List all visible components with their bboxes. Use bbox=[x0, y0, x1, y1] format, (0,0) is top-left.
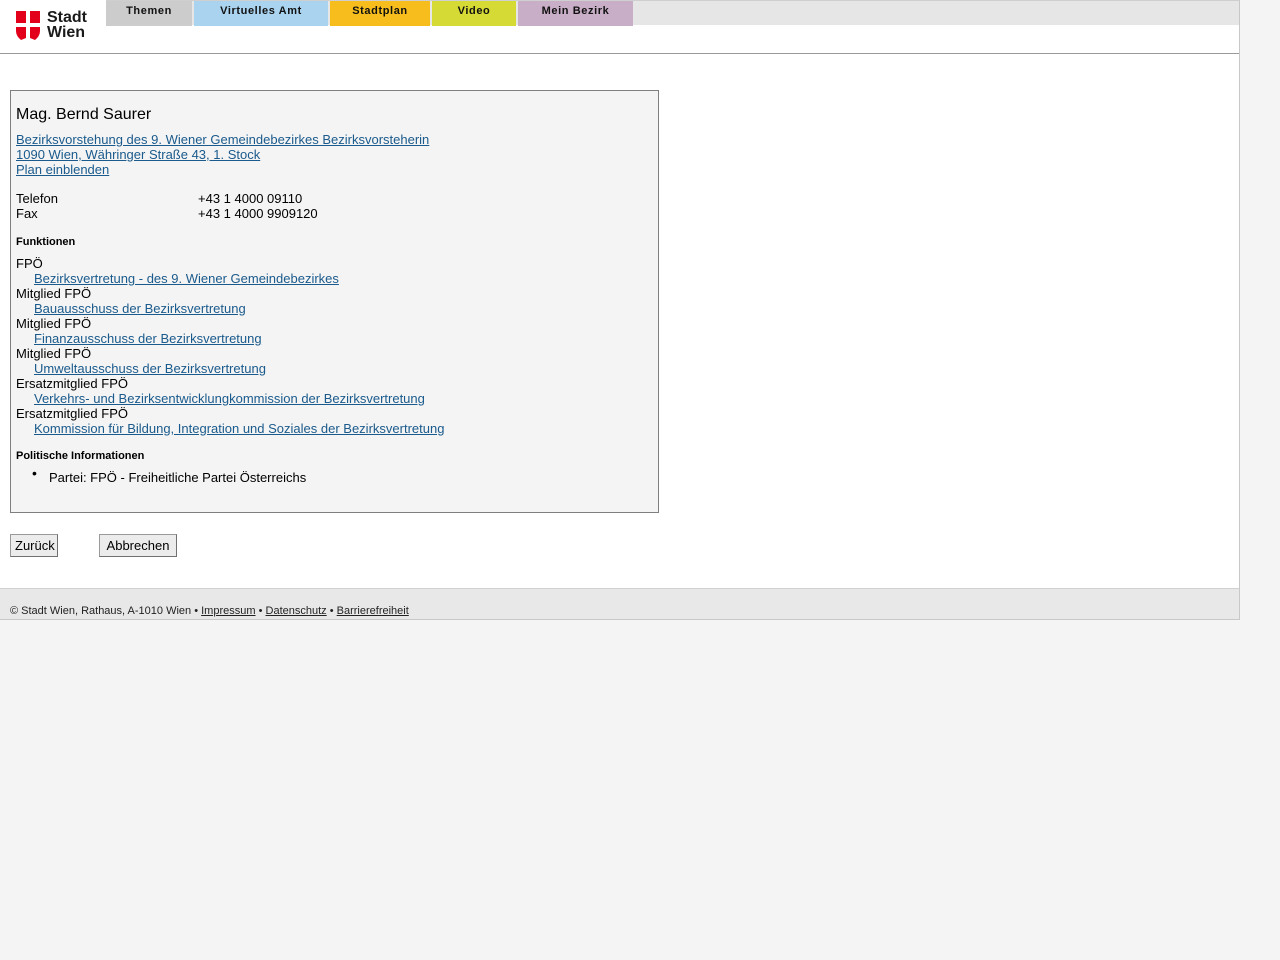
tab-stadtplan[interactable]: Stadtplan bbox=[330, 1, 430, 26]
office-link[interactable]: Bezirksvorstehung des 9. Wiener Gemeinde… bbox=[16, 132, 429, 147]
stadt-wien-logo[interactable]: Stadt Wien bbox=[0, 0, 106, 53]
back-button[interactable]: Zurück bbox=[10, 534, 58, 557]
tab-virtuelles-amt[interactable]: Virtuelles Amt bbox=[194, 1, 328, 26]
site-header: Stadt Wien Themen Virtuelles Amt Stadtpl… bbox=[0, 0, 1239, 54]
fax-value: +43 1 4000 9909120 bbox=[198, 206, 318, 221]
footer-copyright: © Stadt Wien, Rathaus, A-1010 Wien • Imp… bbox=[10, 605, 409, 617]
tab-video[interactable]: Video bbox=[432, 1, 516, 26]
cancel-button[interactable]: Abbrechen bbox=[99, 534, 177, 557]
page: Stadt Wien Themen Virtuelles Amt Stadtpl… bbox=[0, 0, 1240, 620]
datenschutz-link[interactable]: Datenschutz bbox=[266, 605, 327, 617]
tab-mein-bezirk[interactable]: Mein Bezirk bbox=[518, 1, 633, 26]
political-info-heading: Politische Informationen bbox=[16, 450, 145, 462]
function-body-link[interactable]: Bauausschuss der Bezirksvertretung bbox=[34, 301, 246, 316]
function-role: Mitglied FPÖ bbox=[16, 346, 92, 361]
function-body-link[interactable]: Umweltausschuss der Bezirksvertretung bbox=[34, 361, 266, 376]
tab-themen[interactable]: Themen bbox=[106, 1, 192, 26]
site-footer: © Stadt Wien, Rathaus, A-1010 Wien • Imp… bbox=[0, 588, 1239, 620]
person-name: Mag. Bernd Saurer bbox=[16, 106, 152, 123]
function-role: Ersatzmitglied FPÖ bbox=[16, 376, 128, 391]
party-info: Partei: FPÖ - Freiheitliche Partei Öster… bbox=[49, 470, 307, 485]
wien-shield-icon bbox=[16, 11, 40, 40]
show-map-link[interactable]: Plan einblenden bbox=[16, 162, 109, 177]
impressum-link[interactable]: Impressum bbox=[201, 605, 255, 617]
function-role: FPÖ bbox=[16, 256, 43, 271]
function-body-link[interactable]: Bezirksvertretung - des 9. Wiener Gemein… bbox=[34, 271, 339, 286]
function-role: Ersatzmitglied FPÖ bbox=[16, 406, 128, 421]
function-body-link[interactable]: Verkehrs- und Bezirksentwicklungkommissi… bbox=[34, 391, 425, 406]
logo-text-wien: Wien bbox=[47, 24, 86, 41]
barrierefreiheit-link[interactable]: Barrierefreiheit bbox=[337, 605, 409, 617]
function-role: Mitglied FPÖ bbox=[16, 316, 92, 331]
phone-value: +43 1 4000 09110 bbox=[198, 191, 303, 206]
person-detail-card: Mag. Bernd Saurer Bezirksvorstehung des … bbox=[10, 90, 659, 513]
address-link[interactable]: 1090 Wien, Währinger Straße 43, 1. Stock bbox=[16, 147, 260, 162]
functions-heading: Funktionen bbox=[16, 236, 76, 248]
logo-text-stadt: Stadt bbox=[47, 9, 87, 26]
function-body-link[interactable]: Kommission für Bildung, Integration und … bbox=[34, 421, 444, 436]
fax-label: Fax bbox=[16, 206, 38, 221]
function-body-link[interactable]: Finanzausschuss der Bezirksvertretung bbox=[34, 331, 262, 346]
phone-label: Telefon bbox=[16, 191, 58, 206]
function-role: Mitglied FPÖ bbox=[16, 286, 92, 301]
bullet-icon: • bbox=[32, 465, 37, 481]
main-navigation: Themen Virtuelles Amt Stadtplan Video Me… bbox=[106, 0, 1239, 26]
